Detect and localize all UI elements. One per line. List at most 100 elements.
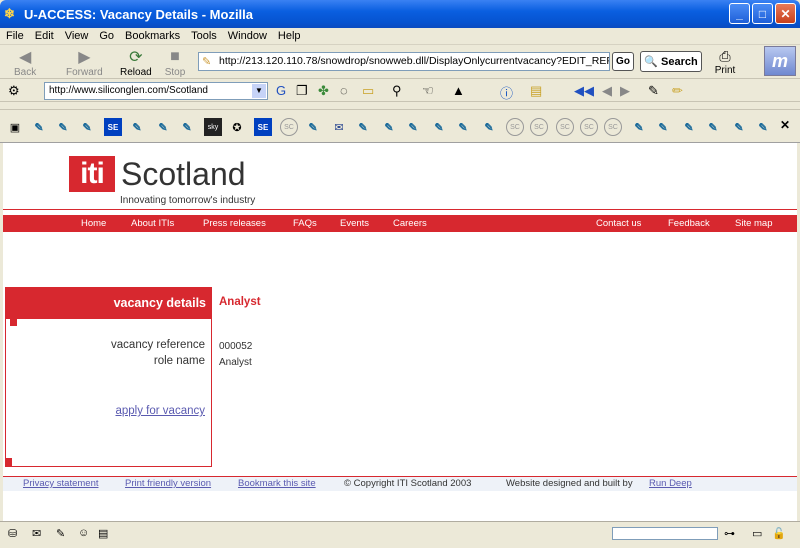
bookmark-pen-icon[interactable]: ✎ bbox=[54, 118, 72, 136]
nav-careers[interactable]: Careers bbox=[393, 218, 427, 229]
online-icon[interactable]: ⊶ bbox=[724, 527, 735, 540]
nav-events[interactable]: Events bbox=[340, 218, 369, 229]
bookmark-pen-icon[interactable]: ✎ bbox=[354, 118, 372, 136]
bookmark-sky-icon[interactable]: sky bbox=[204, 118, 222, 136]
mail-icon[interactable]: ✉ bbox=[32, 527, 41, 540]
close-button[interactable]: ✕ bbox=[775, 3, 796, 24]
header-divider bbox=[3, 209, 797, 212]
bookmark-pen-icon[interactable]: ✎ bbox=[178, 118, 196, 136]
search-button[interactable]: 🔍 Search bbox=[640, 51, 702, 72]
bookmark-pen-icon[interactable]: ✎ bbox=[404, 118, 422, 136]
menu-edit[interactable]: Edit bbox=[35, 30, 54, 42]
security-lock-icon[interactable]: 🔓 bbox=[772, 527, 786, 540]
apply-for-vacancy-link[interactable]: apply for vacancy bbox=[25, 405, 206, 417]
iti-scotland-logo[interactable]: iti Scotland bbox=[69, 156, 246, 192]
bookmark-sc-icon[interactable]: SC bbox=[580, 118, 598, 136]
bookmark-manager-icon[interactable]: ▣ bbox=[6, 118, 24, 136]
composer-icon[interactable]: ✎ bbox=[56, 527, 65, 540]
menu-window[interactable]: Window bbox=[228, 30, 267, 42]
bookmark-pen-icon[interactable]: ✎ bbox=[654, 118, 672, 136]
nav-home[interactable]: Home bbox=[81, 218, 106, 229]
pencil-icon[interactable]: ✎ bbox=[648, 83, 659, 99]
hand-icon[interactable]: ☜ bbox=[422, 83, 434, 99]
addressbook-icon[interactable]: ▤ bbox=[98, 527, 108, 540]
cookie-icon[interactable]: ▭ bbox=[752, 527, 762, 540]
book-icon[interactable]: ▭ bbox=[362, 83, 374, 99]
menu-go[interactable]: Go bbox=[99, 30, 114, 42]
footer-designer-link[interactable]: Run Deep bbox=[649, 478, 692, 489]
forward-button[interactable]: ▶ Forward bbox=[66, 47, 103, 78]
reload-button[interactable]: ⟳ Reload bbox=[120, 47, 152, 78]
home-icon[interactable]: ⚙ bbox=[8, 83, 20, 99]
nav-sitemap[interactable]: Site map bbox=[735, 218, 773, 229]
bookmark-sc-icon[interactable]: SC bbox=[604, 118, 622, 136]
bookmark-sc-icon[interactable]: SC bbox=[530, 118, 548, 136]
menu-help[interactable]: Help bbox=[278, 30, 301, 42]
bookmark-sc-icon[interactable]: SC bbox=[506, 118, 524, 136]
zoom-icon[interactable]: ⚲ bbox=[392, 83, 402, 99]
g-icon[interactable]: G bbox=[276, 83, 286, 98]
site-nav: Home About ITIs Press releases FAQs Even… bbox=[3, 215, 797, 232]
vacancy-ref-value: 000052 bbox=[219, 341, 253, 352]
bookmark-pen-icon[interactable]: ✎ bbox=[154, 118, 172, 136]
bookmark-pen-icon[interactable]: ✎ bbox=[454, 118, 472, 136]
bookmark-sc-icon[interactable]: SC bbox=[556, 118, 574, 136]
print-button[interactable]: ⎙ Print bbox=[708, 48, 742, 76]
bookmark-se-icon[interactable]: SE bbox=[254, 118, 272, 136]
nav-press[interactable]: Press releases bbox=[203, 218, 266, 229]
bookmark-pen-icon[interactable]: ✎ bbox=[480, 118, 498, 136]
bookmark-mail-icon[interactable]: ✉ bbox=[330, 118, 348, 136]
footer-privacy-link[interactable]: Privacy statement bbox=[23, 478, 99, 489]
personal-url-field[interactable]: http://www.siliconglen.com/Scotland ▼ bbox=[44, 82, 268, 100]
nav-feedback[interactable]: Feedback bbox=[668, 218, 710, 229]
menu-tools[interactable]: Tools bbox=[191, 30, 217, 42]
bookmark-pen-icon[interactable]: ✎ bbox=[730, 118, 748, 136]
bookmark-badge-icon[interactable]: ✪ bbox=[228, 118, 246, 136]
nav-faqs[interactable]: FAQs bbox=[293, 218, 317, 229]
dropdown-icon[interactable]: ▼ bbox=[252, 84, 266, 98]
search-icon: 🔍 bbox=[644, 56, 658, 68]
menu-file[interactable]: File bbox=[6, 30, 24, 42]
chat-icon[interactable]: ◌ bbox=[340, 83, 348, 98]
browser-throbber[interactable]: m bbox=[764, 46, 796, 76]
back-button[interactable]: ◀ Back bbox=[14, 47, 36, 78]
bookmark-pen-icon[interactable]: ✎ bbox=[754, 118, 772, 136]
clover-icon[interactable]: ✤ bbox=[318, 83, 329, 99]
grad-cap-icon[interactable]: ▲ bbox=[452, 83, 465, 98]
toolbar-close-icon[interactable]: ✕ bbox=[780, 118, 790, 132]
go-button[interactable]: Go bbox=[612, 52, 634, 71]
address-bar[interactable]: ✎ http://213.120.110.78/snowdrop/snowweb… bbox=[198, 52, 610, 71]
rewind-icon[interactable]: ◀◀ bbox=[574, 83, 594, 99]
bookmark-pen-icon[interactable]: ✎ bbox=[128, 118, 146, 136]
bookmark-pen-icon[interactable]: ✎ bbox=[430, 118, 448, 136]
navigator-icon[interactable]: ⛁ bbox=[8, 527, 17, 540]
chat-icon[interactable]: ☺ bbox=[78, 527, 89, 539]
bookmark-pen-icon[interactable]: ✎ bbox=[680, 118, 698, 136]
highlighter-icon[interactable]: ✏ bbox=[672, 83, 683, 99]
menu-view[interactable]: View bbox=[65, 30, 89, 42]
stop-button[interactable]: ■ Stop bbox=[164, 47, 186, 78]
footer-print-link[interactable]: Print friendly version bbox=[125, 478, 211, 489]
maximize-button[interactable]: □ bbox=[752, 3, 773, 24]
info-icon[interactable]: ⓘ bbox=[500, 83, 513, 102]
footer-bookmark-link[interactable]: Bookmark this site bbox=[238, 478, 316, 489]
bookmark-pen-icon[interactable]: ✎ bbox=[380, 118, 398, 136]
bookmark-se-icon[interactable]: SE bbox=[104, 118, 122, 136]
bookmark-pen-icon[interactable]: ✎ bbox=[78, 118, 96, 136]
nav-contact[interactable]: Contact us bbox=[596, 218, 641, 229]
window-title: U-ACCESS: Vacancy Details - Mozilla bbox=[24, 6, 254, 22]
toolbar-grippy[interactable] bbox=[0, 102, 800, 110]
prev-icon[interactable]: ◀ bbox=[602, 83, 612, 99]
bookmark-pen-icon[interactable]: ✎ bbox=[30, 118, 48, 136]
next-icon[interactable]: ▶ bbox=[620, 83, 630, 99]
copy-icon[interactable]: ❐ bbox=[296, 83, 308, 99]
minimize-button[interactable]: _ bbox=[729, 3, 750, 24]
nav-about[interactable]: About ITIs bbox=[131, 218, 174, 229]
menu-bookmarks[interactable]: Bookmarks bbox=[125, 30, 180, 42]
folder-icon[interactable]: ▤ bbox=[530, 83, 542, 99]
bookmark-pen-icon[interactable]: ✎ bbox=[630, 118, 648, 136]
bookmark-pen-icon[interactable]: ✎ bbox=[704, 118, 722, 136]
bookmark-pen-icon[interactable]: ✎ bbox=[304, 118, 322, 136]
bookmark-sc-icon[interactable]: SC bbox=[280, 118, 298, 136]
panel-corner bbox=[5, 458, 12, 467]
